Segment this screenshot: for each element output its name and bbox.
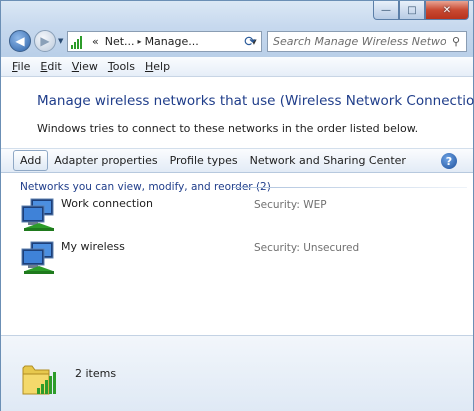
network-name: Work connection <box>61 197 153 210</box>
menu-tools[interactable]: Tools <box>103 60 140 73</box>
group-divider <box>233 187 467 188</box>
command-bar: Add Adapter properties Profile types Net… <box>1 148 473 173</box>
title-bar: — □ ✕ ◀ ▶ ▼ « Net... ▸ Manage... ▼ ⟳ Sea… <box>1 1 473 57</box>
address-overflow[interactable]: « <box>89 35 102 48</box>
network-name: My wireless <box>61 240 125 253</box>
wireless-network-icon <box>21 241 54 274</box>
recent-pages-dropdown[interactable]: ▼ <box>58 37 63 45</box>
back-button[interactable]: ◀ <box>9 30 31 52</box>
menu-help[interactable]: Help <box>140 60 175 73</box>
network-item[interactable]: Work connection Security: WEP <box>19 197 459 237</box>
search-box[interactable]: Search Manage Wireless Networks ⚲ <box>267 31 467 52</box>
caption-buttons: — □ ✕ <box>373 1 469 20</box>
network-security: Security: Unsecured <box>254 242 360 254</box>
folder-network-icon <box>22 365 56 395</box>
add-button[interactable]: Add <box>13 150 49 171</box>
adapter-properties-button[interactable]: Adapter properties <box>48 150 163 171</box>
forward-arrow-icon: ▶ <box>40 34 50 48</box>
back-arrow-icon: ◀ <box>15 34 25 48</box>
menu-file[interactable]: File <box>7 60 35 73</box>
item-count: 2 items <box>75 367 117 380</box>
help-icon[interactable]: ? <box>441 153 457 169</box>
profile-types-button[interactable]: Profile types <box>164 150 244 171</box>
maximize-button[interactable]: □ <box>399 1 425 20</box>
breadcrumb-manage[interactable]: Manage... <box>142 35 202 48</box>
forward-button[interactable]: ▶ <box>34 30 56 52</box>
close-button[interactable]: ✕ <box>425 1 469 20</box>
menu-bar: File Edit View Tools Help <box>1 57 473 77</box>
minimize-button[interactable]: — <box>373 1 399 20</box>
search-icon[interactable]: ⚲ <box>446 35 466 48</box>
refresh-icon: ⟳ <box>244 33 256 50</box>
page-title: Manage wireless networks that use (Wirel… <box>37 93 474 109</box>
network-sharing-center-button[interactable]: Network and Sharing Center <box>244 150 412 171</box>
network-security: Security: WEP <box>254 199 327 211</box>
search-input[interactable]: Search Manage Wireless Networks <box>268 35 446 48</box>
network-item[interactable]: My wireless Security: Unsecured <box>19 240 459 280</box>
menu-view[interactable]: View <box>67 60 103 73</box>
signal-bars-icon <box>71 35 87 49</box>
details-pane: 2 items <box>1 335 473 411</box>
address-bar[interactable]: « Net... ▸ Manage... ▼ <box>67 31 262 52</box>
menu-edit[interactable]: Edit <box>35 60 66 73</box>
wireless-network-icon <box>21 198 54 231</box>
breadcrumb-network[interactable]: Net... <box>102 35 138 48</box>
refresh-button[interactable]: ⟳ <box>238 31 262 52</box>
window: — □ ✕ ◀ ▶ ▼ « Net... ▸ Manage... ▼ ⟳ Sea… <box>0 0 474 411</box>
page-subtitle: Windows tries to connect to these networ… <box>37 122 419 135</box>
